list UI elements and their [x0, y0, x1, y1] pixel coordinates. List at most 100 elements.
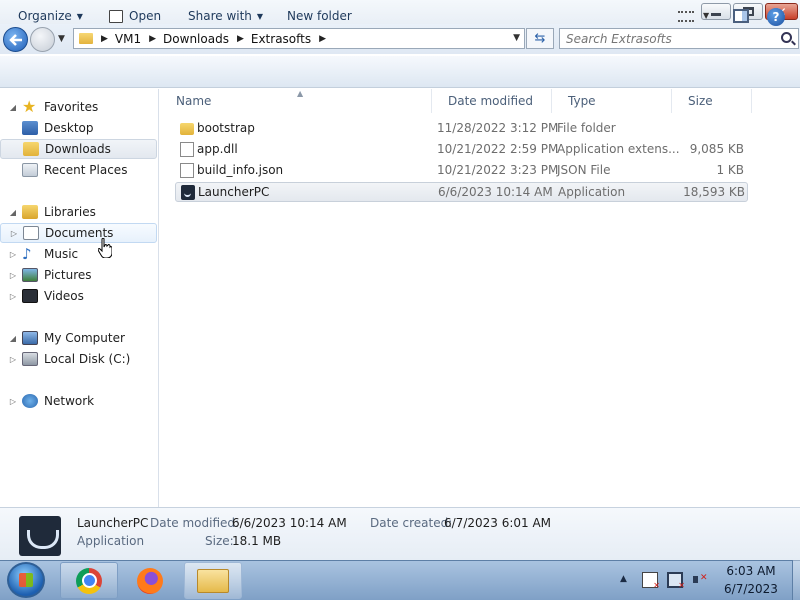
nav-libraries[interactable]: ◢ Libraries [0, 202, 157, 222]
details-size-label: Size: [205, 534, 234, 548]
taskbar-firefox-button[interactable] [121, 562, 179, 599]
hard-drive-icon [22, 352, 38, 366]
address-bar[interactable]: ▶ VM1 ▶ Downloads ▶ Extrasofts ▶ ▼ [73, 28, 525, 49]
expand-arrow-icon[interactable]: ▷ [8, 271, 18, 280]
nav-label: Recent Places [44, 163, 128, 177]
nav-documents[interactable]: ▷ Documents [0, 223, 157, 243]
file-date: 11/28/2022 3:12 PM [437, 121, 559, 135]
new-folder-label: New folder [287, 9, 352, 23]
open-button[interactable]: Open [109, 9, 161, 23]
file-row-selected[interactable]: LauncherPC 6/6/2023 10:14 AM Application… [175, 182, 748, 202]
column-header-date-modified[interactable]: Date modified [432, 89, 552, 113]
json-file-icon [180, 163, 194, 178]
breadcrumb-vm1[interactable]: VM1 [115, 32, 141, 46]
chevron-right-icon[interactable]: ▶ [237, 34, 244, 44]
search-box[interactable] [559, 28, 799, 49]
taskbar-explorer-button[interactable] [184, 562, 242, 599]
details-file-type: Application [77, 534, 145, 548]
recent-places-icon [22, 163, 38, 177]
expand-arrow-icon[interactable]: ▷ [9, 229, 19, 238]
nav-network[interactable]: ▷ Network [0, 391, 157, 411]
column-header-name[interactable]: Name [160, 89, 432, 113]
column-header-size[interactable]: Size [672, 89, 752, 113]
nav-music[interactable]: ▷ ♪ Music [0, 244, 157, 264]
details-date-created: 6/7/2023 6:01 AM [444, 516, 552, 530]
videos-icon [22, 289, 38, 303]
dll-file-icon [180, 142, 194, 157]
file-type: File folder [557, 121, 616, 135]
chevron-right-icon[interactable]: ▶ [101, 34, 108, 44]
back-arrow-icon [8, 33, 22, 46]
file-date: 10/21/2022 3:23 PM [437, 163, 559, 177]
nav-favorites[interactable]: ◢ ★ Favorites [0, 97, 157, 117]
search-icon[interactable] [781, 32, 792, 43]
recent-pages-dropdown-icon[interactable]: ▼ [58, 34, 65, 44]
taskbar-chrome-button[interactable] [60, 562, 118, 599]
nav-label: Pictures [44, 268, 92, 282]
file-name: LauncherPC [198, 185, 270, 199]
change-view-icon[interactable] [678, 11, 694, 22]
command-bar [0, 56, 800, 88]
chevron-right-icon[interactable]: ▶ [149, 34, 156, 44]
volume-muted-icon[interactable] [692, 572, 708, 588]
chrome-icon [76, 567, 102, 594]
file-row[interactable]: build_info.json 10/21/2022 3:23 PM JSON … [175, 161, 748, 181]
share-with-label: Share with [188, 9, 252, 23]
file-row[interactable]: app.dll 10/21/2022 2:59 PM Application e… [175, 140, 748, 160]
chevron-down-icon: ▼ [256, 11, 264, 21]
open-icon [109, 9, 123, 23]
file-date: 6/6/2023 10:14 AM [438, 185, 553, 199]
clock-time[interactable]: 6:03 AM [714, 564, 788, 578]
nav-desktop[interactable]: Desktop [0, 118, 157, 138]
computer-icon [22, 331, 38, 345]
views-dropdown-icon[interactable]: ▼ [703, 11, 709, 20]
collapse-arrow-icon[interactable]: ◢ [8, 208, 18, 217]
start-button[interactable] [7, 562, 45, 598]
show-hidden-icons-icon[interactable]: ▲ [620, 574, 627, 590]
column-header-type[interactable]: Type [552, 89, 672, 113]
breadcrumb-extrasofts[interactable]: Extrasofts [251, 32, 311, 46]
collapse-arrow-icon[interactable]: ◢ [8, 334, 18, 343]
file-row[interactable]: bootstrap 11/28/2022 3:12 PM File folder [175, 119, 748, 139]
clock-date[interactable]: 6/7/2023 [714, 582, 788, 596]
refresh-button[interactable]: ⇆ [526, 28, 554, 49]
nav-downloads[interactable]: Downloads [0, 139, 157, 159]
details-size: 18.1 MB [232, 534, 282, 548]
expand-arrow-icon[interactable]: ▷ [8, 397, 18, 406]
nav-label: Desktop [44, 121, 94, 135]
show-desktop-button[interactable] [792, 560, 800, 600]
pictures-icon [22, 268, 38, 282]
firefox-icon [137, 567, 163, 594]
expand-arrow-icon[interactable]: ▷ [8, 250, 18, 259]
nav-pictures[interactable]: ▷ Pictures [0, 265, 157, 285]
expand-arrow-icon[interactable]: ▷ [8, 292, 18, 301]
nav-recent-places[interactable]: Recent Places [0, 160, 157, 180]
nav-videos[interactable]: ▷ Videos [0, 286, 157, 306]
back-button[interactable] [3, 27, 28, 52]
address-dropdown-icon[interactable]: ▼ [513, 33, 520, 43]
expand-arrow-icon[interactable]: ▷ [8, 355, 18, 364]
details-date-created-label: Date created: [370, 516, 453, 530]
new-folder-button[interactable]: New folder [287, 9, 352, 23]
open-label: Open [129, 9, 162, 23]
search-input[interactable] [560, 29, 780, 48]
organize-label: Organize [18, 9, 72, 23]
network-icon [22, 394, 38, 408]
nav-my-computer[interactable]: ◢ My Computer [0, 328, 157, 348]
organize-button[interactable]: Organize ▼ [18, 9, 83, 23]
file-type: Application [558, 185, 626, 199]
documents-icon [23, 226, 39, 240]
help-icon[interactable]: ? [767, 8, 785, 26]
forward-button[interactable] [30, 27, 55, 52]
breadcrumb-downloads[interactable]: Downloads [163, 32, 229, 46]
downloads-folder-icon [23, 142, 39, 156]
chevron-right-icon[interactable]: ▶ [319, 34, 326, 44]
file-name: build_info.json [197, 163, 284, 177]
nav-local-disk[interactable]: ▷ Local Disk (C:) [0, 349, 157, 369]
hand-cursor-icon [98, 238, 112, 258]
network-status-icon[interactable] [667, 572, 685, 590]
share-with-button[interactable]: Share with ▼ [188, 9, 263, 23]
action-center-icon[interactable] [642, 572, 660, 590]
collapse-arrow-icon[interactable]: ◢ [8, 103, 18, 112]
preview-pane-icon[interactable] [733, 9, 749, 23]
